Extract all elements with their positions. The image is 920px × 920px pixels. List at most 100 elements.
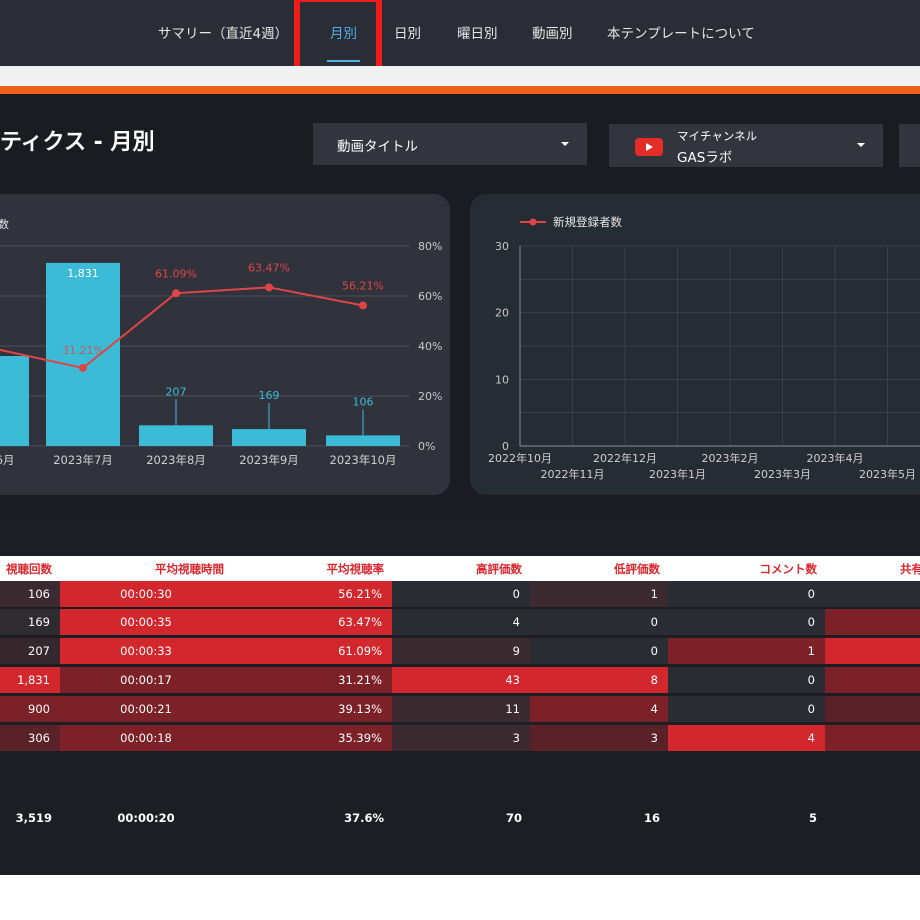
table-cell: 8 (530, 667, 668, 694)
y-tick-label: 20 (495, 307, 509, 320)
table-cell: 106 (0, 581, 60, 608)
table-total-cell: 70 (505, 811, 522, 825)
x-tick-label: 23年6月 (0, 453, 14, 467)
table-cell (825, 725, 920, 752)
table-cell: 56.21% (232, 581, 392, 608)
y-right-tick-label: 40% (418, 340, 442, 353)
line-data-label: 63.47% (248, 261, 290, 274)
table-cell: 61.09% (232, 638, 392, 665)
table-cell: 1 (530, 581, 668, 608)
table-cell: 35.39% (232, 725, 392, 752)
subscribers-chart-legend: 新規登録者数 (520, 215, 622, 229)
line-point (265, 283, 273, 292)
table-header-cell[interactable]: 共有 (900, 561, 920, 577)
table-cell (825, 638, 920, 665)
x-tick-label: 2023年4月 (807, 451, 864, 465)
line-data-label: 31.21% (62, 344, 104, 357)
x-tick-label: 2022年11月 (541, 467, 605, 481)
table-cell: 0 (392, 581, 530, 608)
table-cell: 3 (392, 725, 530, 752)
y-right-tick-label: 20% (418, 390, 442, 403)
table-cell: 306 (0, 725, 60, 752)
line-point (359, 301, 367, 310)
table-cell (825, 581, 920, 608)
y-right-tick-label: 80% (418, 240, 442, 253)
table-cell: 0 (530, 609, 668, 636)
table-cell: 1,831 (0, 667, 60, 694)
table-cell: 31.21% (232, 667, 392, 694)
table-cell: 0 (668, 609, 825, 636)
table-header-cell[interactable]: 視聴回数 (0, 561, 52, 577)
table-cell: 0 (530, 638, 668, 665)
subscribers-chart-axis: 01020302022年10月 2022年12月 2023年2月 2023年4月202… (488, 240, 920, 481)
x-tick-label: 2023年7月 (53, 453, 113, 467)
table-header-cell[interactable]: 低評価数 (530, 561, 660, 577)
bar (0, 356, 29, 446)
table-total-cell: 37.6% (344, 811, 384, 825)
table-header-cell[interactable]: コメント数 (668, 561, 818, 577)
views-chart-legend: 数 (0, 218, 9, 231)
bar-data-label: 1,831 (67, 267, 99, 280)
table-cell: 1 (668, 638, 825, 665)
bar-data-label: 207 (166, 385, 187, 398)
y-right-tick-label: 60% (418, 290, 442, 303)
table-cell: 63.47% (232, 609, 392, 636)
x-tick-label: 2023年8月 (146, 453, 206, 467)
line-point (79, 363, 87, 372)
table-total-cell: 00:00:20 (117, 811, 175, 825)
table-total-cell: 5 (808, 811, 817, 825)
page-footer (0, 875, 920, 920)
bar (139, 425, 213, 446)
table-cell: 4 (392, 609, 530, 636)
table-cell: 207 (0, 638, 60, 665)
table-cell: 900 (0, 696, 60, 723)
table-cell: 169 (0, 609, 60, 636)
table-cell: 9 (392, 638, 530, 665)
x-tick-label: 2023年3月 (754, 467, 811, 481)
x-tick-label: 2023年9月 (239, 453, 299, 467)
table-cell: 4 (530, 696, 668, 723)
line-point (172, 289, 180, 298)
table-cell (825, 696, 920, 723)
table-header-cell[interactable]: 平均視聴時間 (60, 561, 224, 577)
table-cell: 00:00:35 (60, 609, 232, 636)
y-tick-label: 30 (495, 240, 509, 253)
table-cell: 43 (392, 667, 530, 694)
bar-data-label: 106 (353, 395, 374, 408)
y-right-tick-label: 0% (418, 440, 435, 453)
line-data-label: 61.09% (155, 267, 197, 280)
table-total-cell: 3,519 (15, 811, 52, 825)
table-header-cell[interactable]: 平均視聴率 (232, 561, 385, 577)
table-cell: 0 (668, 696, 825, 723)
table-cell: 3 (530, 725, 668, 752)
charts-svg: 数 0% 20% 40% 60% 80% 23年6月 2023年7月 2023年8月 2023年… (0, 215, 920, 481)
line-data-label: 56.21% (342, 279, 384, 292)
x-tick-label: 2022年12月 (593, 451, 657, 465)
table-cell: 00:00:33 (60, 638, 232, 665)
table-cell (825, 667, 920, 694)
table-cell: 00:00:21 (60, 696, 232, 723)
table-cell: 00:00:30 (60, 581, 232, 608)
table-cell: 00:00:17 (60, 667, 232, 694)
table-cell: 00:00:18 (60, 725, 232, 752)
bar (326, 435, 400, 446)
x-tick-label: 2023年10月 (330, 453, 397, 467)
bar (232, 429, 306, 446)
table-cell: 0 (668, 581, 825, 608)
table-header-cell[interactable]: 高評価数 (392, 561, 522, 577)
table-cell: 0 (668, 667, 825, 694)
table-cell: 39.13% (232, 696, 392, 723)
subscribers-legend-label: 新規登録者数 (553, 215, 622, 229)
table-total-cell: 16 (643, 811, 660, 825)
bar-data-label: 169 (259, 389, 280, 402)
views-chart-bars: 1,831 207 169 106 (0, 262, 400, 446)
table-cell: 11 (392, 696, 530, 723)
x-tick-label: 2022年10月 (488, 451, 552, 465)
y-tick-label: 10 (495, 373, 509, 386)
x-tick-label: 2023年1月 (649, 467, 706, 481)
table-cell: 4 (668, 725, 825, 752)
subscribers-chart-grid (519, 245, 920, 447)
x-tick-label: 2023年5月 (859, 467, 916, 481)
x-tick-label: 2023年2月 (702, 451, 759, 465)
table-cell (825, 609, 920, 636)
